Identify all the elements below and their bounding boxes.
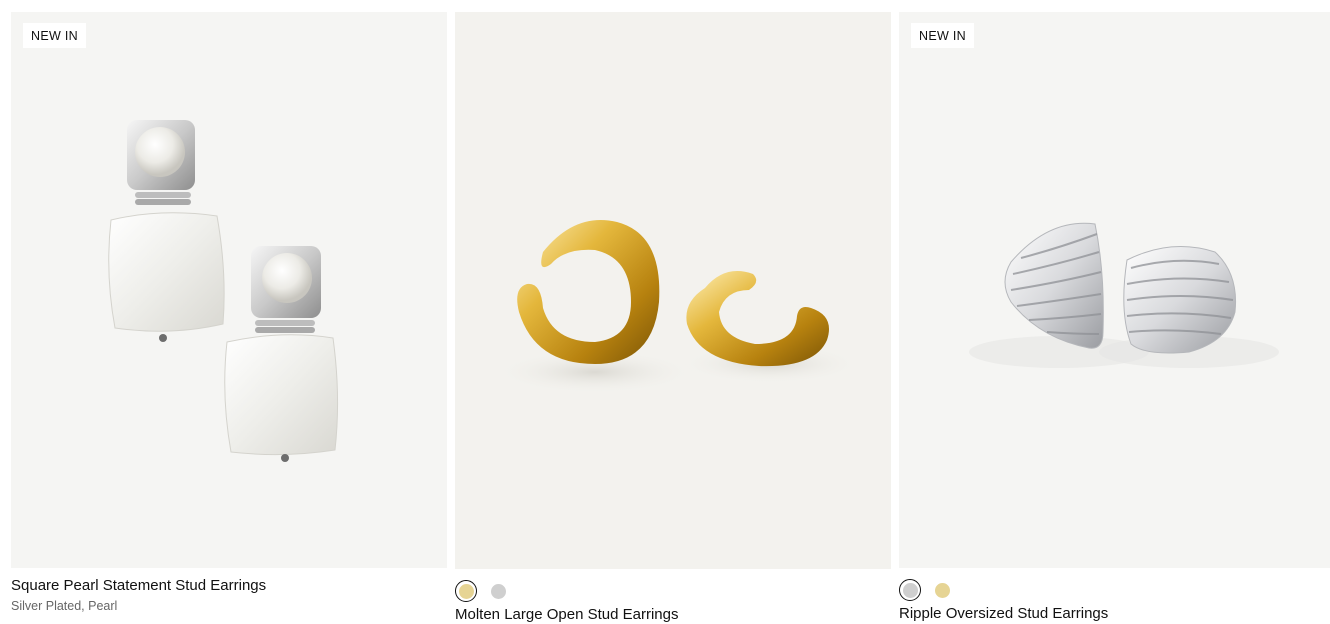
silver-swatch-dot (490, 583, 506, 599)
new-in-badge: NEW IN (911, 23, 974, 48)
swatch-silver[interactable] (487, 580, 509, 602)
product-image[interactable]: NEW IN (899, 12, 1330, 568)
product-card[interactable]: NEW IN Square Pearl Statement Stud Earri… (11, 12, 447, 614)
product-card[interactable]: NEW IN Ripple Oversized Stud Earrings (899, 12, 1330, 623)
color-swatches (455, 579, 891, 603)
product-grid: NEW IN Square Pearl Statement Stud Earri… (0, 0, 1330, 624)
ripple-earrings-illustration (969, 222, 1279, 368)
product-title[interactable]: Ripple Oversized Stud Earrings (899, 605, 1330, 623)
swatch-gold[interactable] (455, 580, 477, 602)
swatch-gold[interactable] (931, 579, 953, 601)
product-title[interactable]: Molten Large Open Stud Earrings (455, 606, 891, 624)
product-title[interactable]: Square Pearl Statement Stud Earrings (11, 577, 447, 595)
silver-swatch-dot (902, 582, 918, 598)
new-in-badge: NEW IN (23, 23, 86, 48)
pearl-earrings-illustration (108, 120, 339, 462)
gold-swatch-dot (934, 582, 950, 598)
product-image[interactable]: NEW IN (11, 12, 447, 568)
gold-swatch-dot (458, 583, 474, 599)
molten-earrings-illustration (495, 220, 860, 394)
swatch-silver[interactable] (899, 579, 921, 601)
color-swatches (899, 578, 1330, 602)
product-image[interactable] (455, 12, 891, 569)
product-subtitle: Silver Plated, Pearl (11, 599, 118, 613)
product-card[interactable]: Molten Large Open Stud Earrings (455, 12, 891, 624)
